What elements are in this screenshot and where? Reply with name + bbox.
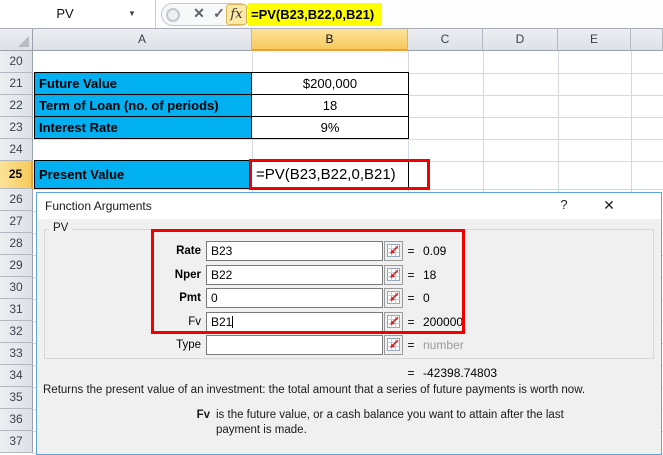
dialog-titlebar[interactable]: Function Arguments ? ✕ (37, 193, 661, 219)
row-header-24[interactable]: 24 (0, 139, 33, 161)
column-header-partial[interactable] (631, 29, 663, 51)
column-header-a[interactable]: A (33, 29, 252, 51)
row-header-21[interactable]: 21 (0, 73, 33, 95)
row-header-33[interactable]: 33 (0, 343, 33, 365)
formula-result-equals: = (407, 366, 415, 380)
name-box-value: PV (56, 6, 74, 21)
argument-help-term: Fv (196, 409, 210, 421)
field-input-type[interactable] (206, 335, 383, 355)
row-header-22[interactable]: 22 (0, 95, 33, 117)
dialog-title: Function Arguments (45, 199, 152, 213)
row-header-28[interactable]: 28 (0, 233, 33, 255)
column-header-c[interactable]: C (408, 29, 483, 51)
range-picker-icon (387, 338, 400, 351)
cell-a21[interactable]: Future Value (34, 72, 252, 95)
row-header-30[interactable]: 30 (0, 277, 33, 299)
formula-input[interactable]: =PV(B23,B22,0,B21) (248, 3, 382, 26)
field-result-type: number (423, 338, 464, 352)
cell-a22[interactable]: Term of Loan (no. of periods) (34, 94, 252, 117)
column-header-d[interactable]: D (483, 29, 558, 51)
cell-a25[interactable]: Present Value (34, 160, 252, 189)
record-circle-icon (166, 8, 180, 22)
formula-result-value: -42398.74803 (423, 366, 498, 380)
argument-help-line1: is the future value, or a cash balance y… (216, 409, 564, 421)
row-header-23[interactable]: 23 (0, 117, 33, 139)
cell-b22[interactable]: 18 (251, 94, 409, 117)
row-header-20[interactable]: 20 (0, 51, 33, 73)
excel-window: PV ▼ ✕ ✓ fx =PV(B23,B22,0,B21) ABCDE 20 2… (0, 0, 663, 455)
field-label-type: Type (176, 339, 201, 351)
row-header-32[interactable]: 32 (0, 321, 33, 343)
row-header-29[interactable]: 29 (0, 255, 33, 277)
gridline (33, 139, 663, 140)
cell-b23[interactable]: 9% (251, 116, 409, 139)
select-all-corner[interactable] (0, 29, 33, 51)
row-header-34[interactable]: 34 (0, 365, 33, 387)
insert-function-button[interactable]: fx (226, 4, 247, 25)
row-header-35[interactable]: 35 (0, 387, 33, 409)
row-header-36[interactable]: 36 (0, 409, 33, 431)
collapse-dialog-button-type[interactable] (384, 335, 403, 355)
row-header-37[interactable]: 37 (0, 431, 33, 453)
row-header-31[interactable]: 31 (0, 299, 33, 321)
cell-b21[interactable]: $200,000 (251, 72, 409, 95)
cell-a23[interactable]: Interest Rate (34, 116, 252, 139)
row-header-27[interactable]: 27 (0, 211, 33, 233)
help-button[interactable]: ? (554, 197, 574, 212)
row-header-26[interactable]: 26 (0, 189, 33, 211)
cancel-button[interactable]: ✕ (190, 5, 208, 22)
annotation-box-formula-cell (249, 159, 430, 190)
argument-help-line2: payment is made. (216, 424, 307, 436)
function-description: Returns the present value of an investme… (43, 384, 586, 396)
formula-bar: PV ▼ ✕ ✓ fx =PV(B23,B22,0,B21) (0, 0, 663, 29)
annotation-box-dialog-fields (151, 229, 465, 334)
select-all-triangle-icon (18, 36, 29, 47)
name-box-dropdown-icon[interactable]: ▼ (128, 9, 136, 18)
close-button[interactable]: ✕ (598, 197, 620, 214)
column-header-b[interactable]: B (252, 29, 408, 51)
row-header-25[interactable]: 25 (0, 161, 33, 189)
function-name-label: PV (49, 222, 73, 234)
field-equals: = (407, 338, 415, 352)
column-header-e[interactable]: E (558, 29, 631, 51)
name-box[interactable]: PV ▼ (0, 0, 156, 28)
